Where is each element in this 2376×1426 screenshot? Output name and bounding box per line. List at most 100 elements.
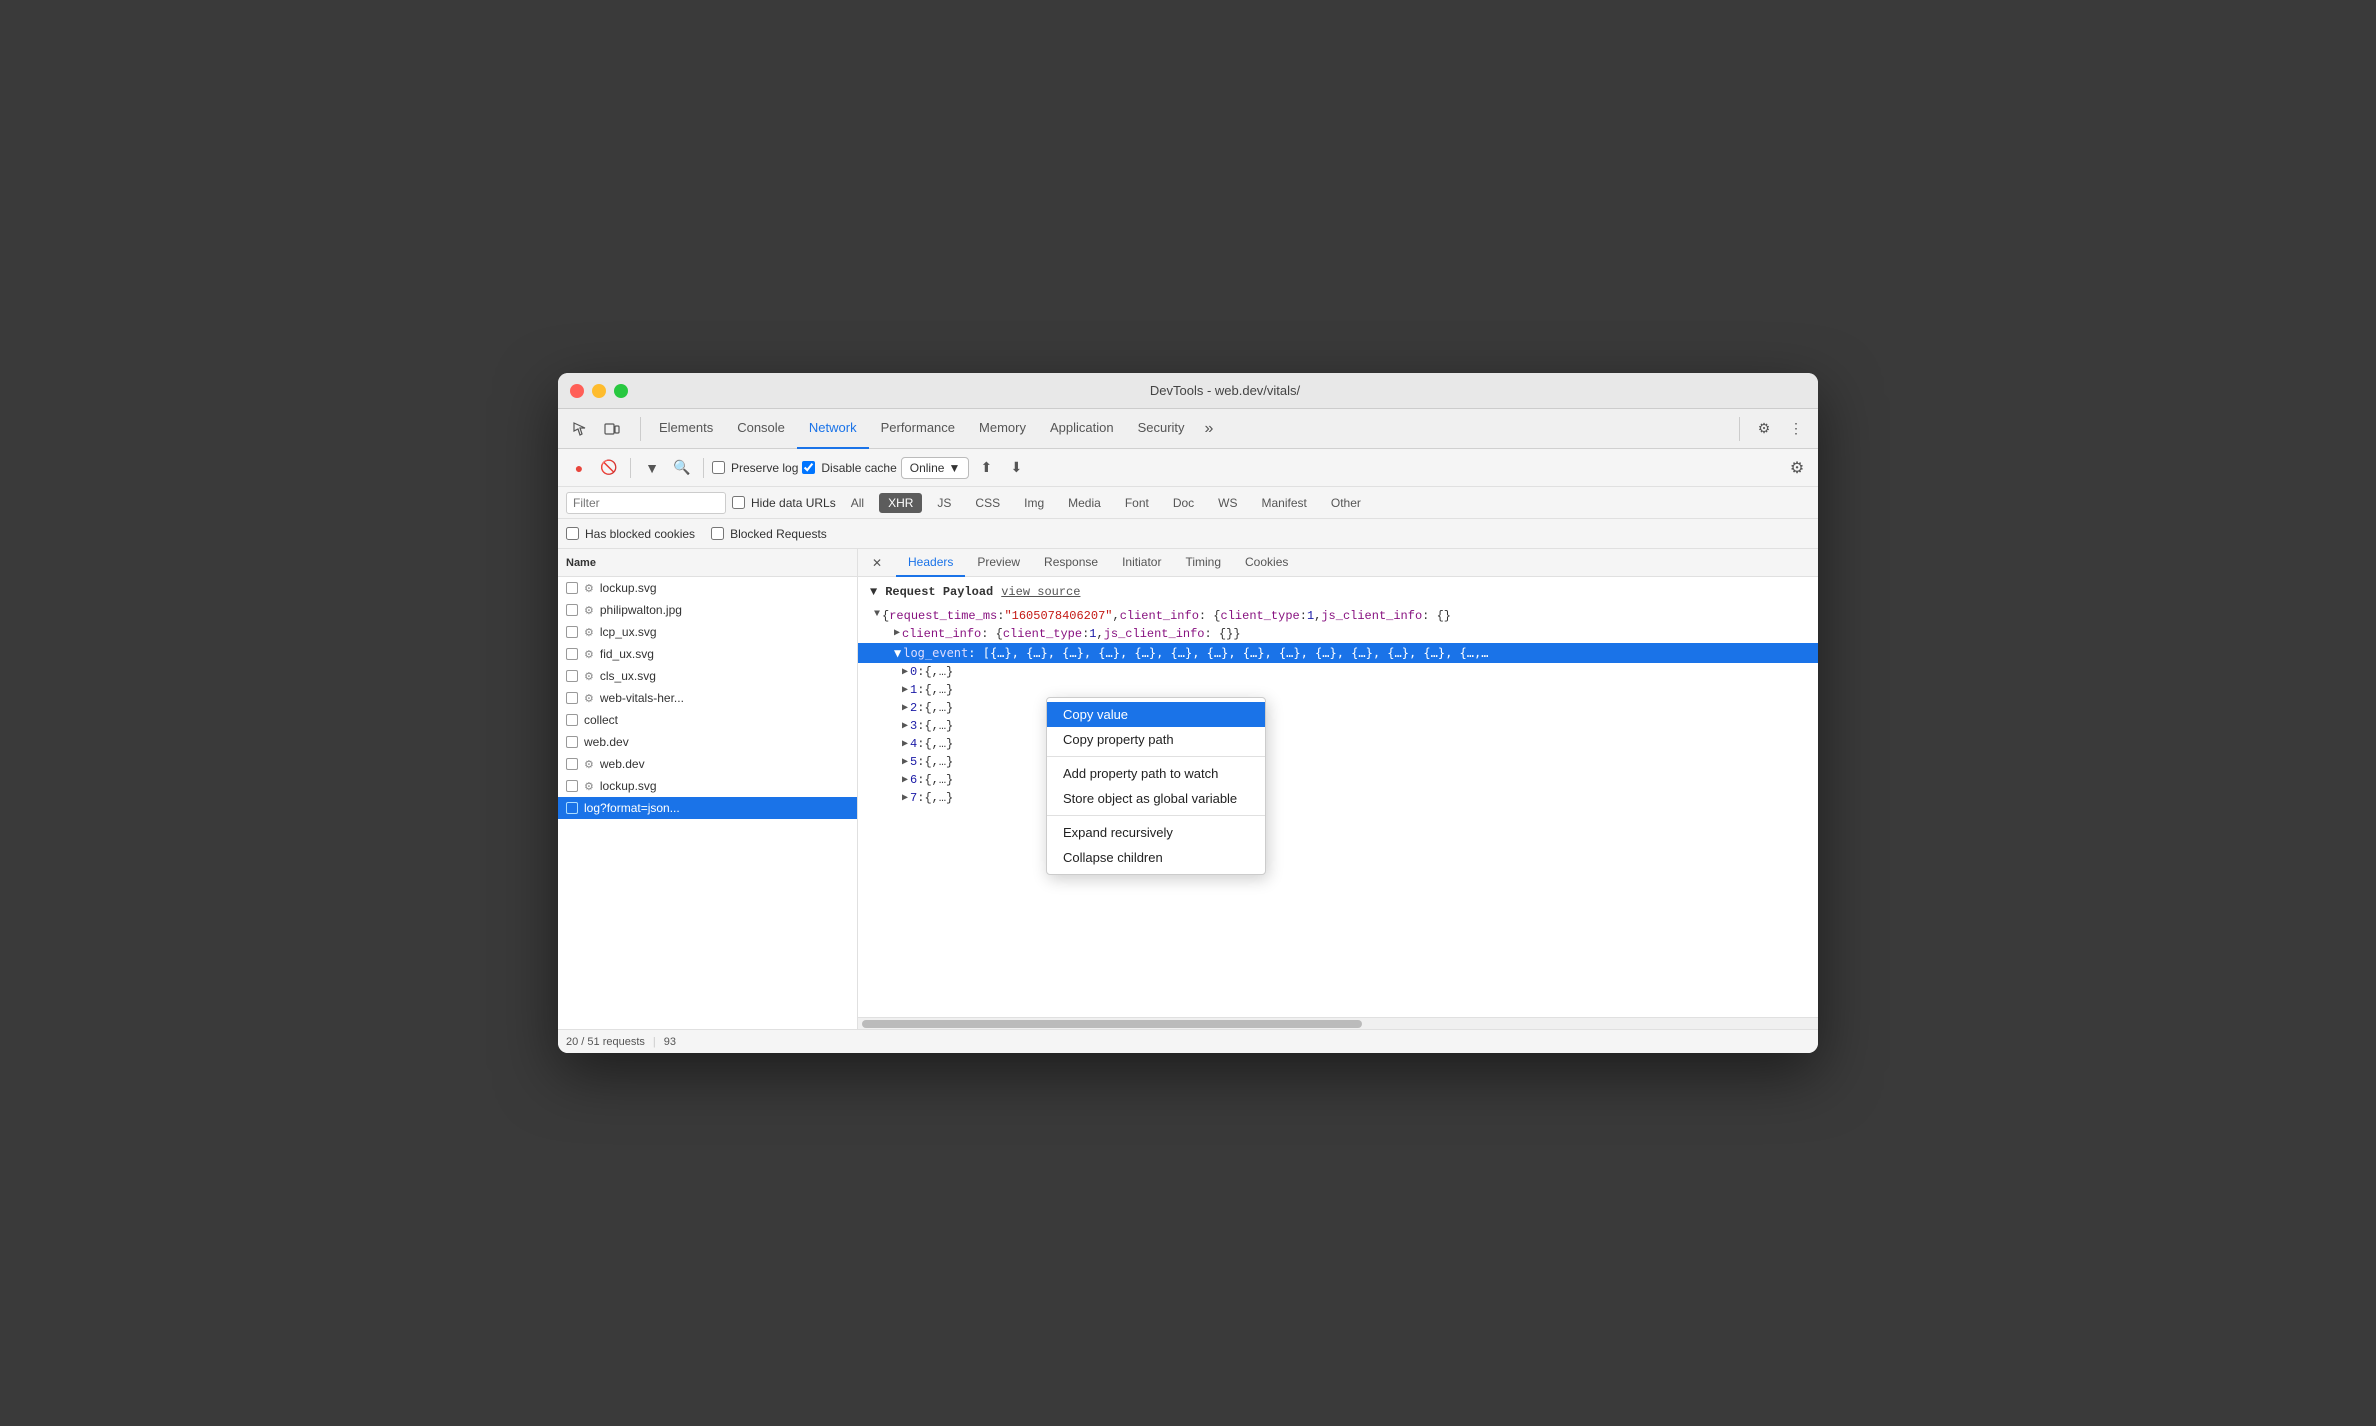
inspect-icon[interactable] <box>566 415 594 443</box>
filter-media[interactable]: Media <box>1059 493 1110 513</box>
horizontal-scrollbar[interactable] <box>858 1017 1818 1029</box>
expand-icon[interactable]: ▶ <box>902 792 908 804</box>
list-item[interactable]: ⚙ lcp_ux.svg <box>558 621 857 643</box>
record-button[interactable]: ● <box>566 455 592 481</box>
expand-icon[interactable]: ▶ <box>902 756 908 768</box>
list-item[interactable]: collect <box>558 709 857 731</box>
settings-icon[interactable]: ⚙ <box>1750 415 1778 443</box>
has-blocked-cookies-checkbox[interactable] <box>566 527 579 540</box>
ctx-copy-value[interactable]: Copy value <box>1047 702 1265 727</box>
list-item-selected[interactable]: log?format=json... <box>558 797 857 819</box>
tab-console[interactable]: Console <box>725 409 797 449</box>
file-checkbox[interactable] <box>566 626 578 638</box>
expand-icon[interactable]: ▶ <box>902 666 908 678</box>
expand-icon[interactable]: ▶ <box>902 738 908 750</box>
blocked-requests-checkbox[interactable] <box>711 527 724 540</box>
file-checkbox[interactable] <box>566 802 578 814</box>
expand-icon[interactable]: ▼ <box>894 646 901 660</box>
more-tabs-button[interactable]: » <box>1197 420 1222 438</box>
tab-application[interactable]: Application <box>1038 409 1126 449</box>
filter-other[interactable]: Other <box>1322 493 1370 513</box>
file-checkbox[interactable] <box>566 714 578 726</box>
filter-all[interactable]: All <box>842 493 873 513</box>
device-toolbar-icon[interactable] <box>598 415 626 443</box>
gear-icon: ⚙ <box>584 692 594 705</box>
file-checkbox[interactable] <box>566 670 578 682</box>
expand-icon[interactable]: ▶ <box>902 774 908 786</box>
ctx-store-global[interactable]: Store object as global variable <box>1047 786 1265 811</box>
expand-icon[interactable]: ▶ <box>894 627 900 639</box>
collapse-icon[interactable]: ▼ <box>874 609 880 620</box>
tab-security[interactable]: Security <box>1126 409 1197 449</box>
filter-img[interactable]: Img <box>1015 493 1053 513</box>
filter-icon[interactable]: ▼ <box>639 455 665 481</box>
list-item[interactable]: ⚙ philipwalton.jpg <box>558 599 857 621</box>
file-checkbox[interactable] <box>566 648 578 660</box>
preserve-log-checkbox[interactable] <box>712 461 725 474</box>
ctx-add-to-watch[interactable]: Add property path to watch <box>1047 761 1265 786</box>
network-toolbar: ● 🚫 ▼ 🔍 Preserve log Disable cache Onlin… <box>558 449 1818 487</box>
throttle-dropdown[interactable]: Online ▼ <box>901 457 970 479</box>
ctx-expand-recursively[interactable]: Expand recursively <box>1047 820 1265 845</box>
list-item[interactable]: ⚙ web-vitals-her... <box>558 687 857 709</box>
tab-timing[interactable]: Timing <box>1173 549 1233 577</box>
ctx-copy-property-path[interactable]: Copy property path <box>1047 727 1265 752</box>
tree-log-event-selected[interactable]: ▼ log_event : [{…}, {…}, {…}, {…}, {…}, … <box>858 643 1818 663</box>
filter-manifest[interactable]: Manifest <box>1253 493 1316 513</box>
tree-index-3: ▶ 3 : {,…} <box>870 717 1806 735</box>
more-options-icon[interactable]: ⋮ <box>1782 415 1810 443</box>
hide-data-urls-label[interactable]: Hide data URLs <box>732 496 836 510</box>
download-icon[interactable]: ⬇ <box>1003 455 1029 481</box>
tab-initiator[interactable]: Initiator <box>1110 549 1173 577</box>
filter-js[interactable]: JS <box>928 493 960 513</box>
expand-icon[interactable]: ▶ <box>902 720 908 732</box>
file-checkbox[interactable] <box>566 736 578 748</box>
disable-cache-label[interactable]: Disable cache <box>802 461 896 475</box>
expand-icon[interactable]: ▶ <box>902 702 908 714</box>
list-item[interactable]: ⚙ web.dev <box>558 753 857 775</box>
maximize-button[interactable] <box>614 384 628 398</box>
expand-icon[interactable]: ▶ <box>902 684 908 696</box>
minimize-button[interactable] <box>592 384 606 398</box>
tab-performance[interactable]: Performance <box>869 409 967 449</box>
filter-xhr[interactable]: XHR <box>879 493 922 513</box>
tab-response[interactable]: Response <box>1032 549 1110 577</box>
list-item[interactable]: ⚙ lockup.svg <box>558 775 857 797</box>
scroll-thumb[interactable] <box>862 1020 1362 1028</box>
filter-ws[interactable]: WS <box>1209 493 1246 513</box>
tab-elements[interactable]: Elements <box>647 409 725 449</box>
titlebar: DevTools - web.dev/vitals/ <box>558 373 1818 409</box>
close-detail-button[interactable]: ✕ <box>866 552 888 574</box>
blocked-row: Has blocked cookies Blocked Requests <box>558 519 1818 549</box>
clear-button[interactable]: 🚫 <box>596 455 622 481</box>
tab-preview[interactable]: Preview <box>965 549 1032 577</box>
upload-icon[interactable]: ⬆ <box>973 455 999 481</box>
list-item[interactable]: ⚙ fid_ux.svg <box>558 643 857 665</box>
tab-headers[interactable]: Headers <box>896 549 965 577</box>
file-checkbox[interactable] <box>566 780 578 792</box>
search-icon[interactable]: 🔍 <box>669 455 695 481</box>
tab-network[interactable]: Network <box>797 409 869 449</box>
network-settings-icon[interactable]: ⚙ <box>1784 455 1810 481</box>
has-blocked-cookies-label[interactable]: Has blocked cookies <box>566 527 695 541</box>
list-item[interactable]: ⚙ cls_ux.svg <box>558 665 857 687</box>
preserve-log-label[interactable]: Preserve log <box>712 461 798 475</box>
file-checkbox[interactable] <box>566 582 578 594</box>
blocked-requests-label[interactable]: Blocked Requests <box>711 527 827 541</box>
tab-memory[interactable]: Memory <box>967 409 1038 449</box>
close-button[interactable] <box>570 384 584 398</box>
file-checkbox[interactable] <box>566 604 578 616</box>
view-source-link[interactable]: view source <box>1001 585 1080 599</box>
ctx-collapse-children[interactable]: Collapse children <box>1047 845 1265 870</box>
hide-data-urls-checkbox[interactable] <box>732 496 745 509</box>
filter-css[interactable]: CSS <box>966 493 1009 513</box>
disable-cache-checkbox[interactable] <box>802 461 815 474</box>
filter-input[interactable] <box>566 492 726 514</box>
file-checkbox[interactable] <box>566 758 578 770</box>
filter-font[interactable]: Font <box>1116 493 1158 513</box>
list-item[interactable]: ⚙ lockup.svg <box>558 577 857 599</box>
filter-doc[interactable]: Doc <box>1164 493 1203 513</box>
file-checkbox[interactable] <box>566 692 578 704</box>
tab-cookies[interactable]: Cookies <box>1233 549 1300 577</box>
list-item[interactable]: web.dev <box>558 731 857 753</box>
